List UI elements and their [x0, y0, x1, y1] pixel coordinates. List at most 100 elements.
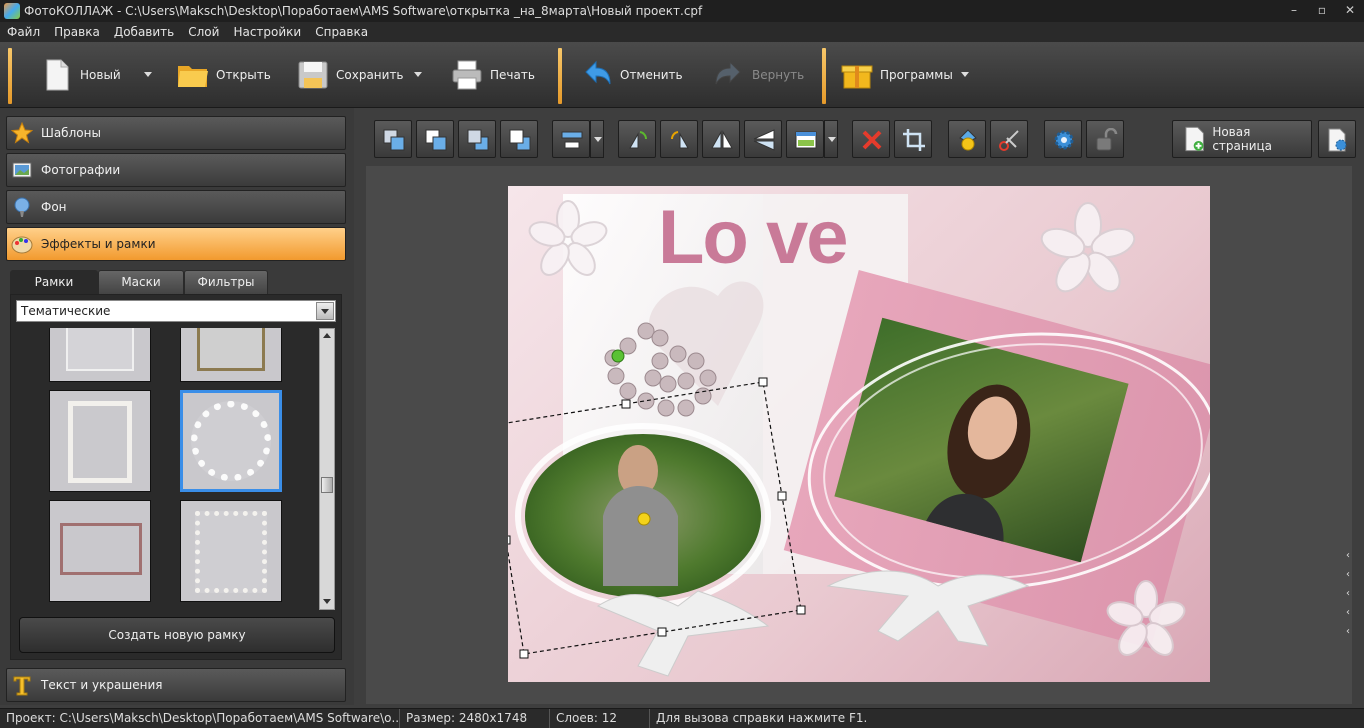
size-dropdown[interactable]	[824, 120, 838, 158]
frames-scrollbar[interactable]	[319, 328, 335, 610]
palette-icon	[11, 236, 33, 254]
menu-edit[interactable]: Правка	[47, 25, 107, 39]
lock-button[interactable]	[1086, 120, 1124, 158]
minimize-button[interactable]: –	[1280, 0, 1308, 22]
menu-settings[interactable]: Настройки	[226, 25, 308, 39]
frame-thumbnail[interactable]	[49, 328, 151, 382]
page-settings-icon	[1328, 128, 1347, 152]
maximize-button[interactable]: ▫	[1308, 0, 1336, 22]
frame-thumbnail[interactable]	[49, 500, 151, 602]
tab-masks[interactable]: Маски	[98, 270, 184, 294]
status-project: Проект: C:\Users\Maksch\Desktop\Поработа…	[0, 709, 400, 728]
printer-icon	[452, 60, 482, 90]
status-layers: Слоев: 12	[550, 709, 650, 728]
programs-dropdown-arrow[interactable]	[961, 72, 969, 77]
send-backward-button[interactable]	[458, 120, 496, 158]
print-button[interactable]: Печать	[450, 50, 535, 100]
new-page-label: Новая страница	[1212, 125, 1273, 153]
flip-horizontal-button[interactable]	[702, 120, 740, 158]
category-select[interactable]: Тематические	[16, 300, 336, 322]
rotate-left-button[interactable]	[618, 120, 656, 158]
new-page-button[interactable]: Новая страница	[1172, 120, 1312, 158]
redo-button[interactable]: Вернуть	[712, 50, 804, 100]
image-size-icon	[795, 131, 817, 149]
menu-bar: Файл Правка Добавить Слой Настройки Спра…	[0, 22, 1364, 42]
category-select-value: Тематические	[21, 304, 111, 318]
delete-x-icon	[862, 130, 882, 150]
undo-button[interactable]: Отменить	[580, 50, 683, 100]
main-toolbar: Новый Открыть Сохранить Печать Отменить …	[0, 42, 1364, 108]
redo-label: Вернуть	[752, 68, 805, 82]
create-frame-button[interactable]: Создать новую рамку	[19, 617, 335, 653]
size-button[interactable]	[786, 120, 824, 158]
menu-add[interactable]: Добавить	[107, 25, 181, 39]
save-disk-icon	[298, 61, 328, 89]
accordion-templates[interactable]: Шаблоны	[6, 116, 346, 150]
status-project-value: C:\Users\Maksch\Desktop\Поработаем\AMS S…	[59, 711, 400, 725]
flip-vertical-button[interactable]	[744, 120, 782, 158]
accordion-text-decorations[interactable]: Текст и украшения	[6, 668, 346, 702]
text-icon	[13, 676, 31, 696]
align-dropdown[interactable]	[590, 120, 604, 158]
shapes-effects-icon	[959, 129, 977, 151]
chevron-down-icon[interactable]	[316, 302, 334, 320]
status-size-value: 2480x1748	[458, 711, 528, 725]
status-help: Для вызова справки нажмите F1.	[656, 711, 868, 725]
collage-page[interactable]: Lo ve	[508, 186, 1210, 682]
window-controls: – ▫ ✕	[1280, 0, 1364, 22]
save-dropdown-arrow[interactable]	[414, 72, 422, 77]
scroll-down-icon[interactable]	[320, 595, 334, 609]
love-title-text: Lo ve	[658, 195, 848, 280]
accordion-effects-frames[interactable]: Эффекты и рамки	[6, 227, 346, 261]
status-size-label: Размер:	[406, 711, 456, 725]
accordion-label: Эффекты и рамки	[41, 237, 156, 251]
page-settings-button[interactable]	[1318, 120, 1356, 158]
settings-button[interactable]	[1044, 120, 1082, 158]
canvas-area: Lo ve ‹ ‹ ‹ ‹ ‹	[366, 166, 1352, 704]
side-panel-expand-arrows[interactable]: ‹ ‹ ‹ ‹ ‹	[1346, 546, 1350, 641]
menu-file[interactable]: Файл	[0, 25, 47, 39]
menu-layer[interactable]: Слой	[181, 25, 226, 39]
scroll-up-icon[interactable]	[320, 329, 334, 343]
bring-to-front-button[interactable]	[374, 120, 412, 158]
frames-gallery	[16, 328, 316, 608]
cut-tool-button[interactable]	[990, 120, 1028, 158]
open-button[interactable]: Открыть	[176, 50, 271, 100]
rotate-right-icon	[670, 131, 689, 149]
menu-help[interactable]: Справка	[308, 25, 375, 39]
tab-frames[interactable]: Рамки	[10, 270, 98, 294]
scrollbar-thumb[interactable]	[321, 477, 333, 493]
frame-thumbnail-selected[interactable]	[180, 390, 282, 492]
crop-button[interactable]	[894, 120, 932, 158]
status-size: Размер: 2480x1748	[400, 709, 550, 728]
send-to-back-button[interactable]	[500, 120, 538, 158]
gear-icon	[1054, 130, 1074, 150]
tab-filters[interactable]: Фильтры	[184, 270, 268, 294]
save-button[interactable]: Сохранить	[296, 50, 404, 100]
new-button[interactable]: Новый	[40, 50, 121, 100]
accordion-label: Фон	[41, 200, 67, 214]
bring-forward-button[interactable]	[416, 120, 454, 158]
edit-toolbar: Новая страница	[366, 112, 1364, 164]
send-back-icon	[509, 129, 531, 151]
frames-tab-content: Тематические Создать новую рамку	[10, 294, 342, 660]
close-button[interactable]: ✕	[1336, 0, 1364, 22]
programs-button[interactable]: Программы	[840, 50, 953, 100]
accordion-background[interactable]: Фон	[6, 190, 346, 224]
redo-arrow-icon	[715, 60, 741, 85]
effects-button[interactable]	[948, 120, 986, 158]
status-layers-value: 12	[601, 711, 617, 725]
new-label: Новый	[80, 68, 121, 82]
bring-forward-icon	[425, 129, 447, 151]
delete-button[interactable]	[852, 120, 890, 158]
photos-icon	[12, 162, 32, 178]
new-dropdown-arrow[interactable]	[144, 72, 152, 77]
frame-thumbnail[interactable]	[180, 500, 282, 602]
save-label: Сохранить	[336, 68, 404, 82]
accordion-photos[interactable]: Фотографии	[6, 153, 346, 187]
align-button[interactable]	[552, 120, 590, 158]
rotate-right-button[interactable]	[660, 120, 698, 158]
frame-thumbnail[interactable]	[180, 328, 282, 382]
frame-thumbnail[interactable]	[49, 390, 151, 492]
print-label: Печать	[490, 68, 535, 82]
